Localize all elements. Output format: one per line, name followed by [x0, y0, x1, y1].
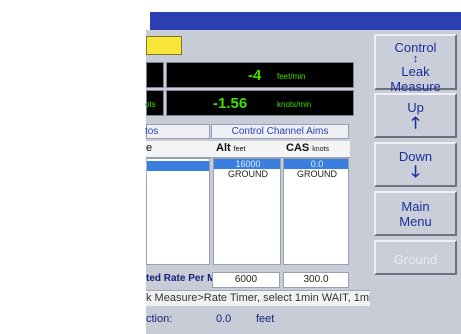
- leak-measure-screen: Control ↕ Leak Measure Up 🡑 Down 🡓 Main …: [0, 0, 461, 334]
- photo-cutout-overlay: [0, 0, 461, 334]
